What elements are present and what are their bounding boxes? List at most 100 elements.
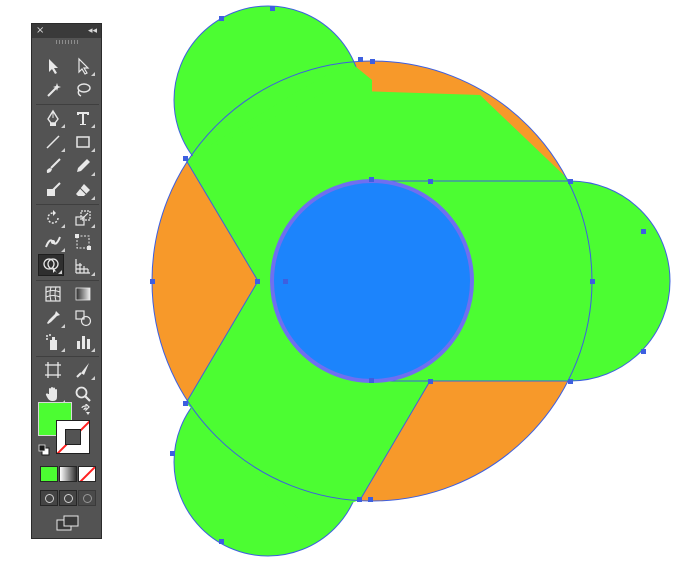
- anchor-point[interactable]: [590, 279, 595, 284]
- divider: [36, 104, 99, 105]
- anchor-point[interactable]: [170, 451, 175, 456]
- blue-center-circle[interactable]: [270, 179, 474, 383]
- hand-icon: [45, 387, 57, 401]
- submenu-indicator: [91, 224, 95, 228]
- rotate-icon: [47, 210, 59, 224]
- lasso-tool[interactable]: [70, 79, 96, 101]
- line-icon: [46, 135, 60, 149]
- arrow-white-icon: [78, 57, 90, 75]
- rectangle-tool[interactable]: [70, 131, 96, 153]
- swap-fill-stroke-icon[interactable]: [80, 404, 92, 416]
- anchor-point[interactable]: [369, 177, 374, 182]
- draw-inside-icon: [82, 493, 92, 503]
- screen-mode-icon[interactable]: [55, 514, 81, 532]
- artboard-canvas[interactable]: [0, 0, 695, 576]
- anchor-point[interactable]: [219, 539, 224, 544]
- draw-normal-icon: [44, 493, 54, 503]
- panel-grip[interactable]: [56, 40, 78, 44]
- submenu-indicator: [61, 124, 65, 128]
- pencil-tool[interactable]: [70, 155, 96, 177]
- none-mode-button[interactable]: [78, 466, 96, 482]
- perspective-grid-tool[interactable]: [70, 255, 96, 277]
- anchor-point[interactable]: [183, 401, 188, 406]
- submenu-indicator: [61, 324, 65, 328]
- anchor-point[interactable]: [568, 379, 573, 384]
- direct-selection-tool[interactable]: [70, 55, 96, 77]
- gradient-icon: [75, 287, 91, 301]
- slice-tool[interactable]: [70, 359, 96, 381]
- submenu-indicator: [91, 376, 95, 380]
- anchor-point[interactable]: [283, 279, 288, 284]
- anchor-point[interactable]: [428, 379, 433, 384]
- zoom-icon: [75, 386, 91, 402]
- blob-brush-icon: [47, 182, 61, 196]
- free-transform-tool[interactable]: [70, 231, 96, 253]
- submenu-indicator: [61, 224, 65, 228]
- anchor-point[interactable]: [255, 279, 260, 284]
- submenu-indicator: [91, 72, 95, 76]
- artboard-tool[interactable]: [40, 359, 66, 381]
- stroke-color-swatch[interactable]: [56, 420, 90, 454]
- anchor-point[interactable]: [219, 16, 224, 21]
- eraser-tool[interactable]: [70, 179, 96, 201]
- anchor-point[interactable]: [183, 156, 188, 161]
- anchor-point[interactable]: [641, 349, 646, 354]
- selection-tool[interactable]: [40, 55, 66, 77]
- pen-tool[interactable]: [40, 107, 66, 129]
- symbol-sprayer-tool[interactable]: [40, 331, 66, 353]
- rotate-tool[interactable]: [40, 207, 66, 229]
- anchor-point[interactable]: [369, 378, 374, 383]
- color-mode-button[interactable]: [40, 466, 58, 482]
- eyedropper-icon: [47, 311, 60, 324]
- default-fill-stroke-icon[interactable]: [38, 444, 50, 456]
- submenu-indicator: [61, 248, 65, 252]
- arrow-black-icon: [49, 59, 58, 74]
- gradient-tool[interactable]: [70, 283, 96, 305]
- pen-icon: [47, 109, 59, 126]
- submenu-indicator: [61, 148, 65, 152]
- slice-icon: [76, 363, 89, 378]
- shape-builder-tool[interactable]: [38, 254, 64, 276]
- eyedropper-tool[interactable]: [40, 307, 66, 329]
- anchor-point[interactable]: [150, 279, 155, 284]
- artboard-icon: [45, 362, 61, 378]
- submenu-indicator: [91, 348, 95, 352]
- anchor-point[interactable]: [368, 497, 373, 502]
- magic-wand-tool[interactable]: [40, 79, 66, 101]
- symbol-sprayer-icon: [46, 334, 57, 350]
- lasso-icon: [77, 83, 91, 97]
- submenu-indicator: [91, 172, 95, 176]
- submenu-indicator: [91, 124, 95, 128]
- column-graph-icon: [77, 336, 90, 349]
- divider: [36, 356, 99, 357]
- anchor-point[interactable]: [428, 179, 433, 184]
- anchor-point[interactable]: [270, 6, 275, 11]
- panel-title-bar[interactable]: × ◂◂: [32, 24, 101, 38]
- blend-tool[interactable]: [70, 307, 96, 329]
- anchor-point[interactable]: [358, 57, 363, 62]
- close-icon[interactable]: ×: [36, 25, 44, 37]
- draw-normal-button[interactable]: [40, 490, 58, 506]
- line-segment-tool[interactable]: [40, 131, 66, 153]
- anchor-point[interactable]: [568, 179, 573, 184]
- draw-behind-button[interactable]: [59, 490, 77, 506]
- collapse-icon[interactable]: ◂◂: [88, 25, 97, 37]
- column-graph-tool[interactable]: [70, 331, 96, 353]
- zoom-tool[interactable]: [70, 383, 96, 405]
- paintbrush-tool[interactable]: [40, 155, 66, 177]
- divider: [36, 280, 99, 281]
- anchor-point[interactable]: [641, 229, 646, 234]
- type-tool[interactable]: [70, 107, 96, 129]
- mesh-tool[interactable]: [40, 283, 66, 305]
- width-tool[interactable]: [40, 231, 66, 253]
- gradient-mode-button[interactable]: [59, 466, 77, 482]
- scale-tool[interactable]: [70, 207, 96, 229]
- anchor-point[interactable]: [370, 59, 375, 64]
- magic-wand-icon: [47, 83, 61, 97]
- free-transform-icon: [75, 234, 91, 250]
- blob-brush-tool[interactable]: [40, 179, 66, 201]
- tools-panel: × ◂◂: [31, 23, 102, 539]
- blend-icon: [75, 310, 92, 327]
- anchor-point[interactable]: [357, 497, 362, 502]
- draw-inside-button[interactable]: [78, 490, 96, 506]
